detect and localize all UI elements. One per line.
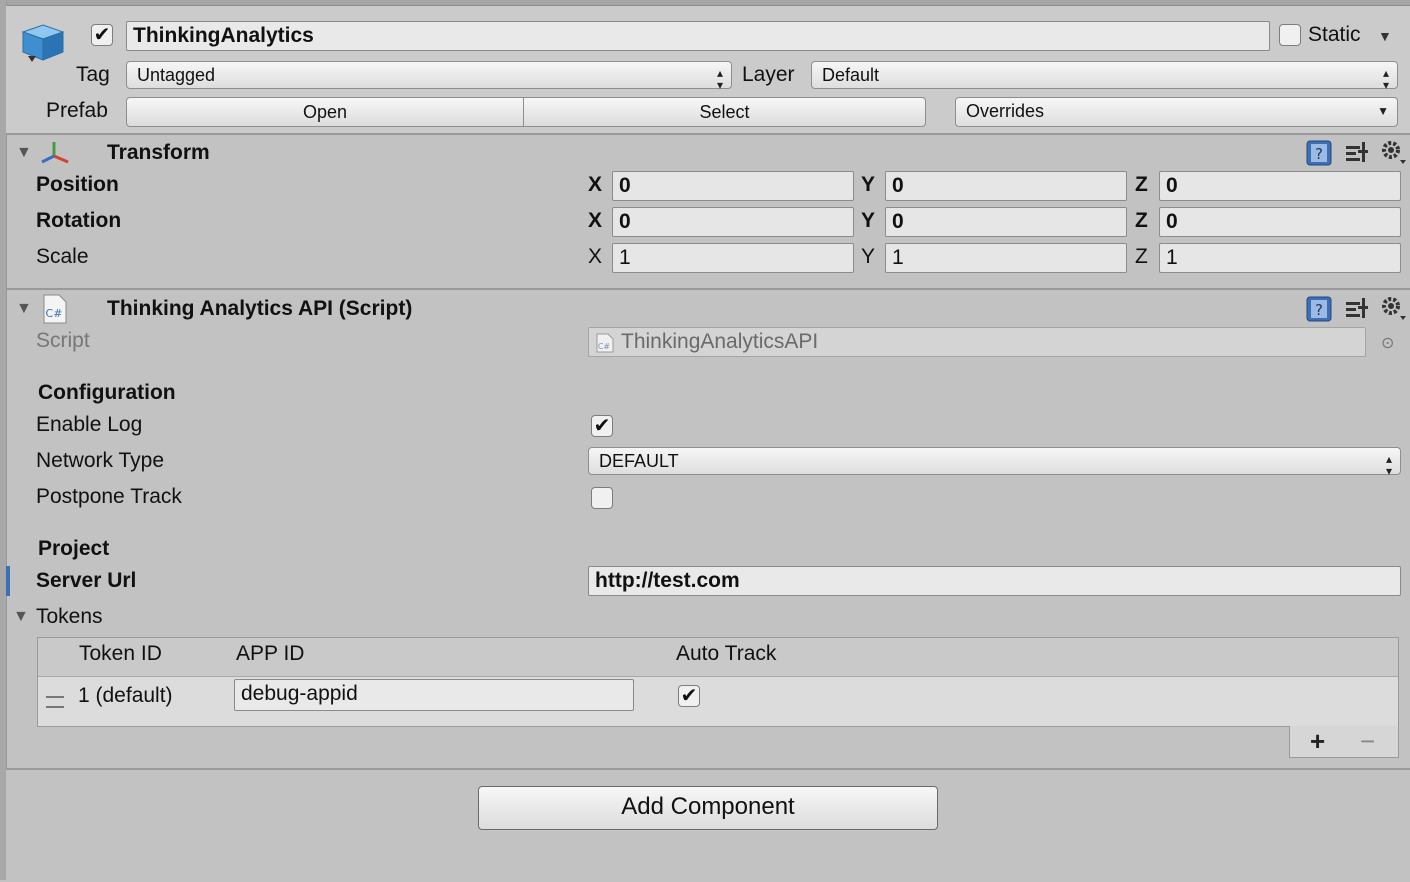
updown-arrow-icon: ▴ ▾: [716, 66, 723, 92]
network-type-value: DEFAULT: [599, 451, 679, 471]
transform-foldout-icon[interactable]: ▼: [16, 144, 32, 162]
add-component-button[interactable]: Add Component: [478, 786, 938, 830]
axis-z-label: Z: [1135, 245, 1148, 268]
prefab-open-button[interactable]: Open: [126, 97, 524, 127]
updown-arrow-icon: ▴ ▾: [1382, 66, 1389, 92]
column-header-token-id: Token ID: [79, 642, 162, 665]
scale-y-field[interactable]: 1: [885, 243, 1127, 273]
axis-x-label: X: [588, 245, 603, 268]
rotation-y-field[interactable]: 0: [885, 207, 1127, 237]
gear-icon[interactable]: [1378, 138, 1408, 166]
static-checkbox[interactable]: [1279, 24, 1301, 46]
gameobject-cube-icon: [20, 22, 66, 64]
transform-axis-icon: [40, 140, 70, 166]
enable-log-label: Enable Log: [36, 413, 143, 436]
tokens-table: Token ID APP ID Auto Track 1 (default) d…: [37, 637, 1399, 727]
svg-text:?: ?: [1315, 301, 1323, 319]
rotation-z-field[interactable]: 0: [1159, 207, 1401, 237]
prefab-select-button[interactable]: Select: [523, 97, 926, 127]
svg-text:C#: C#: [46, 307, 63, 320]
tag-label: Tag: [76, 63, 110, 86]
presets-sliders-icon[interactable]: [1344, 140, 1370, 166]
cs-script-icon: C#: [43, 294, 67, 324]
auto-track-checkbox[interactable]: ✔: [678, 685, 700, 707]
presets-sliders-icon[interactable]: [1344, 296, 1370, 322]
script-foldout-icon[interactable]: ▼: [16, 300, 32, 318]
check-icon: ✔: [593, 415, 611, 437]
gameobject-name-input[interactable]: ThinkingAnalytics: [126, 21, 1270, 51]
tag-value: Untagged: [137, 65, 216, 85]
position-y-field[interactable]: 0: [885, 171, 1127, 201]
server-url-input[interactable]: http://test.com: [588, 566, 1401, 596]
svg-text:C#: C#: [598, 342, 611, 351]
add-item-icon[interactable]: +: [1310, 726, 1325, 757]
network-type-label: Network Type: [36, 449, 164, 472]
overrides-dropdown[interactable]: Overrides ▼: [955, 97, 1398, 127]
position-z-field[interactable]: 0: [1159, 171, 1401, 201]
cs-script-small-icon: C#: [596, 333, 614, 353]
axis-y-label: Y: [861, 173, 876, 196]
layer-label: Layer: [742, 63, 795, 86]
tag-dropdown[interactable]: Untagged ▴ ▾: [126, 61, 732, 92]
configuration-header: Configuration: [38, 381, 176, 404]
remove-item-icon[interactable]: −: [1360, 726, 1375, 757]
modified-indicator: [6, 566, 10, 596]
list-add-remove-bar: + −: [1289, 726, 1399, 758]
prefab-label: Prefab: [46, 99, 108, 122]
script-reference-field: ThinkingAnalyticsAPI: [588, 327, 1366, 357]
postpone-track-checkbox[interactable]: [591, 487, 613, 509]
help-book-icon[interactable]: ?: [1305, 296, 1333, 322]
divider: [6, 133, 1410, 135]
enable-log-checkbox[interactable]: ✔: [591, 415, 613, 437]
axis-x-label: X: [588, 209, 603, 232]
position-label: Position: [36, 173, 119, 196]
updown-arrow-icon: ▴ ▾: [1385, 452, 1392, 478]
check-icon: ✔: [680, 685, 698, 707]
rotation-x-field[interactable]: 0: [612, 207, 854, 237]
svg-text:?: ?: [1315, 145, 1323, 163]
overrides-label: Overrides: [966, 101, 1045, 121]
axis-y-label: Y: [861, 209, 876, 232]
tokens-label: Tokens: [36, 605, 103, 628]
layer-value: Default: [822, 65, 880, 85]
network-type-dropdown[interactable]: DEFAULT ▴ ▾: [588, 447, 1401, 478]
gear-icon[interactable]: [1378, 294, 1408, 322]
project-header: Project: [38, 537, 110, 560]
scale-label: Scale: [36, 245, 89, 268]
layer-dropdown[interactable]: Default ▴ ▾: [811, 61, 1398, 92]
axis-z-label: Z: [1135, 173, 1148, 196]
static-dropdown-icon[interactable]: ▼: [1378, 28, 1392, 44]
scale-z-field[interactable]: 1: [1159, 243, 1401, 273]
token-id-cell: 1 (default): [78, 684, 173, 707]
position-x-field[interactable]: 0: [612, 171, 854, 201]
script-reference-value: ThinkingAnalyticsAPI: [621, 330, 819, 353]
server-url-label: Server Url: [36, 569, 137, 592]
axis-x-label: X: [588, 173, 603, 196]
static-label: Static: [1308, 23, 1361, 46]
table-row: 1 (default) debug-appid ✔: [38, 676, 1398, 726]
dropdown-arrow-icon: ▼: [1377, 104, 1389, 118]
axis-y-label: Y: [861, 245, 876, 268]
transform-title: Transform: [107, 141, 210, 164]
script-component-title: Thinking Analytics API (Script): [107, 297, 413, 320]
postpone-track-label: Postpone Track: [36, 485, 182, 508]
active-checkbox[interactable]: ✔: [91, 24, 113, 46]
rotation-label: Rotation: [36, 209, 122, 232]
tokens-foldout-icon[interactable]: ▼: [13, 608, 29, 626]
app-id-input[interactable]: debug-appid: [234, 679, 634, 711]
help-book-icon[interactable]: ?: [1305, 140, 1333, 166]
axis-z-label: Z: [1135, 209, 1148, 232]
script-label: Script: [36, 329, 90, 352]
column-header-app-id: APP ID: [236, 642, 305, 665]
drag-handle-icon[interactable]: [46, 696, 64, 708]
scale-x-field[interactable]: 1: [612, 243, 854, 273]
tokens-table-header: Token ID APP ID Auto Track: [38, 638, 1398, 677]
column-header-auto-track: Auto Track: [676, 642, 777, 665]
object-picker-icon[interactable]: ⊙: [1381, 333, 1394, 353]
divider: [6, 288, 1410, 290]
check-icon: ✔: [93, 24, 111, 46]
